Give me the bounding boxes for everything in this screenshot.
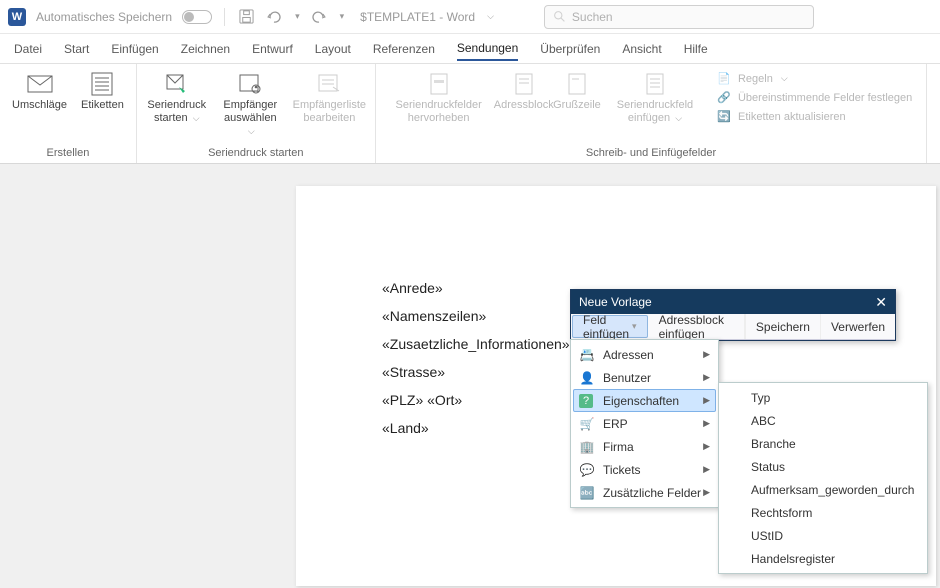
- update-icon: 🔄: [716, 110, 732, 123]
- submenu-item-ustid[interactable]: UStID: [721, 524, 925, 547]
- tab-einfuegen[interactable]: Einfügen: [111, 38, 158, 60]
- tickets-icon: 💬: [579, 462, 595, 478]
- tab-referenzen[interactable]: Referenzen: [373, 38, 435, 60]
- rules-icon: 📄: [716, 72, 732, 85]
- tab-ansicht[interactable]: Ansicht: [622, 38, 661, 60]
- group-vorschau: « »ABC Vorschau Ergebnisse: [927, 64, 940, 163]
- vorschau-button: « »ABC Vorschau Ergebnisse: [933, 68, 940, 128]
- insertfield-icon: [640, 71, 670, 97]
- field-icon: 🔤: [579, 485, 595, 501]
- felder-hervorheben-button: Seriendruckfelder hervorheben: [382, 68, 496, 128]
- tab-ueberpruefen[interactable]: Überprüfen: [540, 38, 600, 60]
- tab-hilfe[interactable]: Hilfe: [684, 38, 708, 60]
- autosave-toggle[interactable]: [182, 10, 212, 24]
- chevron-right-icon: ▶: [703, 372, 710, 383]
- chevron-right-icon: ▶: [703, 349, 710, 360]
- search-input[interactable]: Suchen: [544, 5, 814, 29]
- etiketten-button[interactable]: Etiketten: [75, 68, 130, 115]
- search-placeholder: Suchen: [572, 10, 613, 24]
- panel-header: Neue Vorlage ✕: [571, 290, 895, 314]
- seriendruck-starten-button[interactable]: Seriendruck starten ⌵: [143, 68, 211, 128]
- adressblock-einfuegen-button[interactable]: Adressblock einfügen: [649, 314, 745, 339]
- menu-item-zusaetzliche-felder[interactable]: 🔤 Zusätzliche Felder ▶: [573, 481, 716, 504]
- panel-toolbar: Feld einfügen▾ Adressblock einfügen Spei…: [571, 314, 895, 340]
- menu-item-erp[interactable]: 🛒 ERP ▶: [573, 412, 716, 435]
- editlist-icon: [314, 71, 344, 97]
- tab-sendungen[interactable]: Sendungen: [457, 37, 518, 61]
- tab-datei[interactable]: Datei: [14, 38, 42, 60]
- user-icon: 👤: [579, 370, 595, 386]
- menu-item-adressen[interactable]: 📇 Adressen ▶: [573, 343, 716, 366]
- undo-icon[interactable]: [265, 8, 283, 26]
- submenu-item-typ[interactable]: Typ: [721, 386, 925, 409]
- seriendruckfeld-einfuegen-button: Seriendruckfeld einfügen ⌵: [604, 68, 706, 128]
- tab-entwurf[interactable]: Entwurf: [252, 38, 293, 60]
- match-fields-button: 🔗Übereinstimmende Felder festlegen: [712, 89, 916, 106]
- chevron-right-icon: ▶: [703, 441, 710, 452]
- group-schreibfelder: Seriendruckfelder hervorheben Adressbloc…: [376, 64, 928, 163]
- feld-einfuegen-button[interactable]: Feld einfügen▾: [572, 315, 648, 338]
- adressblock-button: Adressblock: [498, 68, 550, 115]
- document-title: $TEMPLATE1 - Word: [360, 10, 475, 24]
- tab-layout[interactable]: Layout: [315, 38, 351, 60]
- group-erstellen: Umschläge Etiketten Erstellen: [0, 64, 137, 163]
- menu-item-tickets[interactable]: 💬 Tickets ▶: [573, 458, 716, 481]
- doc-title-dropdown-icon[interactable]: ⌵: [487, 11, 494, 22]
- tab-zeichnen[interactable]: Zeichnen: [181, 38, 230, 60]
- undo-dropdown-icon[interactable]: ▾: [295, 11, 300, 22]
- umschlaege-button[interactable]: Umschläge: [6, 68, 73, 115]
- building-icon: 🏢: [579, 439, 595, 455]
- labels-icon: [87, 71, 117, 97]
- addressblock-icon: [509, 71, 539, 97]
- tab-start[interactable]: Start: [64, 38, 89, 60]
- cart-icon: 🛒: [579, 416, 595, 432]
- submenu-item-status[interactable]: Status: [721, 455, 925, 478]
- submenu-item-handelsregister[interactable]: Handelsregister: [721, 547, 925, 570]
- submenu-item-aufmerksam[interactable]: Aufmerksam_geworden_durch: [721, 478, 925, 501]
- eigenschaften-submenu: Typ ABC Branche Status Aufmerksam_geword…: [718, 382, 928, 574]
- ribbon-tabs: Datei Start Einfügen Zeichnen Entwurf La…: [0, 34, 940, 64]
- address-icon: 📇: [579, 347, 595, 363]
- submenu-item-rechtsform[interactable]: Rechtsform: [721, 501, 925, 524]
- grusszeile-button: Grußzeile: [552, 68, 602, 115]
- match-icon: 🔗: [716, 91, 732, 104]
- menu-item-eigenschaften[interactable]: ? Eigenschaften ▶: [573, 389, 716, 412]
- regeln-button: 📄Regeln ⌵: [712, 70, 916, 87]
- ribbon: Umschläge Etiketten Erstellen Seriendruc…: [0, 64, 940, 164]
- menu-item-firma[interactable]: 🏢 Firma ▶: [573, 435, 716, 458]
- save-icon[interactable]: [237, 8, 255, 26]
- menu-item-benutzer[interactable]: 👤 Benutzer ▶: [573, 366, 716, 389]
- properties-icon: ?: [579, 394, 593, 408]
- verwerfen-button[interactable]: Verwerfen: [821, 314, 895, 339]
- greeting-icon: [562, 71, 592, 97]
- mailmerge-icon: [162, 71, 192, 97]
- close-icon[interactable]: ✕: [875, 294, 887, 311]
- chevron-right-icon: ▶: [703, 395, 710, 406]
- recipients-icon: [235, 71, 265, 97]
- chevron-right-icon: ▶: [703, 464, 710, 475]
- panel-title: Neue Vorlage: [579, 295, 652, 309]
- group-seriendruck: Seriendruck starten ⌵ Empfänger auswähle…: [137, 64, 376, 163]
- update-labels-button: 🔄Etiketten aktualisieren: [712, 108, 916, 125]
- word-logo-icon: [8, 8, 26, 26]
- search-icon: [553, 10, 566, 23]
- submenu-item-branche[interactable]: Branche: [721, 432, 925, 455]
- autosave-label: Automatisches Speichern: [36, 10, 172, 24]
- feld-einfuegen-menu: 📇 Adressen ▶ 👤 Benutzer ▶ ? Eigenschafte…: [570, 339, 719, 508]
- chevron-right-icon: ▶: [703, 418, 710, 429]
- highlight-icon: [424, 71, 454, 97]
- redo-icon[interactable]: [310, 8, 328, 26]
- chevron-right-icon: ▶: [703, 487, 710, 498]
- speichern-button[interactable]: Speichern: [745, 314, 821, 339]
- group-label-schreib: Schreib- und Einfügefelder: [382, 145, 921, 161]
- qat-dropdown-icon[interactable]: ▾: [340, 11, 345, 22]
- titlebar: Automatisches Speichern ▾ ▾ $TEMPLATE1 -…: [0, 0, 940, 34]
- empfaenger-auswaehlen-button[interactable]: Empfänger auswählen ⌵: [213, 68, 288, 142]
- group-label-erstellen: Erstellen: [6, 145, 130, 161]
- neue-vorlage-panel: Neue Vorlage ✕ Feld einfügen▾ Adressbloc…: [570, 289, 896, 341]
- submenu-item-abc[interactable]: ABC: [721, 409, 925, 432]
- empfaengerliste-bearbeiten-button: Empfängerliste bearbeiten: [290, 68, 369, 128]
- envelope-icon: [25, 71, 55, 97]
- group-label-seriendruck: Seriendruck starten: [143, 145, 369, 161]
